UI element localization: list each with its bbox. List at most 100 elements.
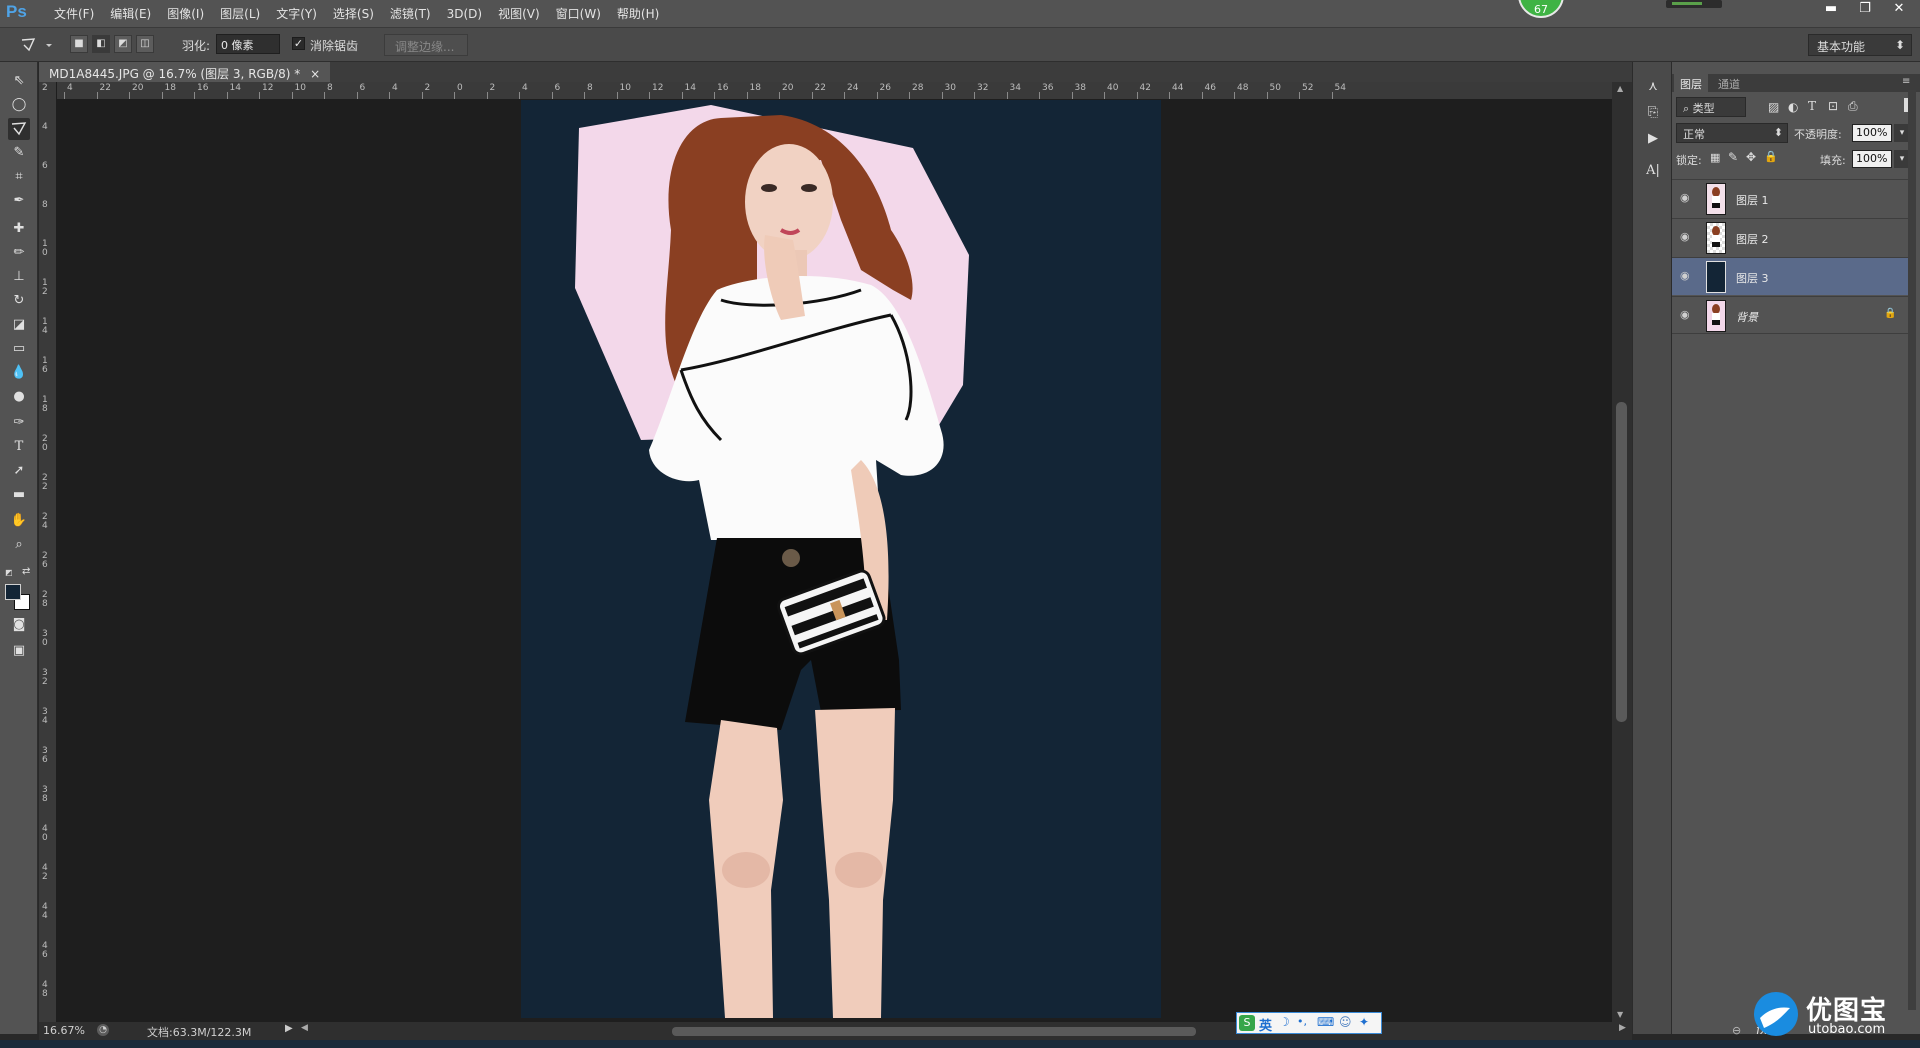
menu-help[interactable]: 帮助(H) bbox=[609, 0, 667, 28]
brush-tool-icon[interactable]: ✏ bbox=[8, 242, 30, 264]
move-tool-icon[interactable]: ⇖ bbox=[8, 70, 30, 92]
filter-type-icon[interactable]: T bbox=[1808, 99, 1816, 113]
new-selection-icon[interactable]: ■ bbox=[70, 35, 88, 53]
filter-kind-select[interactable]: ⌕ 类型 bbox=[1676, 97, 1746, 117]
history-brush-tool-icon[interactable]: ↻ bbox=[8, 290, 30, 312]
menu-layer[interactable]: 图层(L) bbox=[212, 0, 268, 28]
vertical-ruler[interactable]: 2 4 6 8 1 0 1 2 1 4 1 6 1 8 2 0 2 2 2 4 2 6 2 8 3 0 3 2… bbox=[39, 82, 57, 1023]
vertical-scrollbar[interactable]: ▲ ▼ bbox=[1612, 82, 1632, 1022]
visibility-eye-icon[interactable]: ◉ bbox=[1680, 231, 1694, 243]
rectangle-tool-icon[interactable]: ▬ bbox=[8, 484, 30, 506]
filter-image-icon[interactable]: ▨ bbox=[1768, 100, 1779, 114]
lock-transparent-icon[interactable]: ▦ bbox=[1710, 151, 1720, 164]
close-document-icon[interactable]: × bbox=[310, 67, 320, 81]
crop-tool-icon[interactable]: ⌗ bbox=[8, 166, 30, 188]
dodge-tool-icon[interactable]: ● bbox=[8, 386, 30, 408]
quick-mask-icon[interactable]: ◙ bbox=[8, 614, 30, 636]
visibility-eye-icon[interactable]: ◉ bbox=[1680, 192, 1694, 204]
layer-row[interactable]: ◉ 图层 2 bbox=[1672, 218, 1908, 256]
type-tool-icon[interactable]: T bbox=[8, 436, 30, 458]
document-canvas[interactable] bbox=[521, 100, 1161, 1018]
status-menu-arrow-icon[interactable]: ▶ bbox=[285, 1023, 293, 1034]
paths-panel-icon[interactable]: ⋏ bbox=[1641, 76, 1665, 98]
menu-filter[interactable]: 滤镜(T) bbox=[382, 0, 439, 28]
menu-edit[interactable]: 编辑(E) bbox=[102, 0, 159, 28]
character-panel-icon[interactable]: A| bbox=[1641, 160, 1665, 182]
speed-badge[interactable]: 67 bbox=[1518, 0, 1564, 18]
lock-image-icon[interactable]: ✎ bbox=[1728, 150, 1738, 164]
antialias-checkbox[interactable]: ✓ bbox=[292, 37, 305, 50]
visibility-eye-icon[interactable]: ◉ bbox=[1680, 309, 1694, 321]
panel-scrollbar[interactable] bbox=[1908, 90, 1916, 1010]
ime-user-icon[interactable]: ☺ bbox=[1339, 1015, 1352, 1029]
lock-all-icon[interactable]: 🔒 bbox=[1764, 150, 1778, 163]
polygonal-lasso-preset-icon[interactable] bbox=[16, 34, 52, 56]
ime-dot-icon[interactable]: •, bbox=[1297, 1015, 1307, 1028]
ime-moon-icon[interactable]: ☽ bbox=[1279, 1015, 1290, 1029]
history-panel-icon[interactable]: ⎘ bbox=[1641, 102, 1665, 124]
layer-name[interactable]: 图层 1 bbox=[1736, 192, 1769, 208]
default-colors-icon[interactable]: ◩ bbox=[5, 568, 13, 577]
menu-image[interactable]: 图像(I) bbox=[159, 0, 212, 28]
spot-healing-tool-icon[interactable]: ✚ bbox=[8, 218, 30, 240]
menu-type[interactable]: 文字(Y) bbox=[268, 0, 325, 28]
pen-tool-icon[interactable]: ✑ bbox=[8, 412, 30, 434]
clone-stamp-tool-icon[interactable]: ⊥ bbox=[8, 266, 30, 288]
foreground-color-swatch[interactable] bbox=[5, 584, 21, 600]
tab-layers[interactable]: 图层 bbox=[1674, 74, 1708, 92]
minimize-button[interactable]: ▬ bbox=[1816, 0, 1846, 20]
zoom-tool-icon[interactable]: ⌕ bbox=[8, 534, 30, 556]
refine-edge-button[interactable]: 调整边缘... bbox=[384, 34, 468, 56]
gradient-tool-icon[interactable]: ▭ bbox=[8, 338, 30, 360]
restore-button[interactable]: ❐ bbox=[1850, 0, 1880, 20]
visibility-eye-icon[interactable]: ◉ bbox=[1680, 270, 1694, 282]
layer-row-selected[interactable]: ◉ 图层 3 bbox=[1672, 257, 1908, 295]
eyedropper-tool-icon[interactable]: ✒ bbox=[8, 190, 30, 212]
horizontal-ruler[interactable]: 4 22 20 18 16 14 12 10 8 6 4 2 0 2 4 6 8 10 12 14 16 18 20 22 24… bbox=[57, 82, 1612, 100]
hand-tool-icon[interactable]: ✋ bbox=[8, 510, 30, 532]
filter-shape-icon[interactable]: ⊡ bbox=[1828, 99, 1838, 113]
scroll-left-icon[interactable]: ◀ bbox=[301, 1023, 308, 1033]
scroll-up-icon[interactable]: ▲ bbox=[1617, 84, 1623, 93]
menu-select[interactable]: 选择(S) bbox=[325, 0, 382, 28]
layer-name[interactable]: 图层 3 bbox=[1736, 270, 1769, 286]
layer-name[interactable]: 背景 bbox=[1736, 309, 1758, 325]
swap-colors-icon[interactable]: ⇄ bbox=[22, 566, 30, 577]
lock-position-icon[interactable]: ✥ bbox=[1746, 150, 1756, 164]
windows-taskbar[interactable] bbox=[0, 1040, 1920, 1048]
path-selection-tool-icon[interactable]: ➚ bbox=[8, 460, 30, 482]
intersect-selection-icon[interactable]: ◫ bbox=[136, 35, 154, 53]
screen-mode-icon[interactable]: ▣ bbox=[8, 640, 30, 662]
add-selection-icon[interactable]: ◧ bbox=[92, 35, 110, 53]
ime-toolbar[interactable]: S 英 ☽ •, ⌨ ☺ ✦ bbox=[1236, 1012, 1382, 1034]
quick-selection-tool-icon[interactable]: ✎ bbox=[8, 142, 30, 164]
menu-window[interactable]: 窗口(W) bbox=[548, 0, 609, 28]
blend-mode-select[interactable]: 正常 ⬍ bbox=[1676, 123, 1788, 143]
menu-file[interactable]: 文件(F) bbox=[46, 0, 102, 28]
filter-adjustment-icon[interactable]: ◐ bbox=[1788, 100, 1798, 114]
actions-panel-icon[interactable]: ▶ bbox=[1641, 128, 1665, 150]
scroll-right-icon[interactable]: ▶ bbox=[1619, 1023, 1626, 1033]
eraser-tool-icon[interactable]: ◪ bbox=[8, 314, 30, 336]
layer-row[interactable]: ◉ 图层 1 bbox=[1672, 179, 1908, 217]
marquee-tool-icon[interactable]: ◯ bbox=[8, 94, 30, 116]
canvas-area[interactable] bbox=[57, 100, 1612, 1022]
blur-tool-icon[interactable]: 💧 bbox=[8, 362, 30, 384]
subtract-selection-icon[interactable]: ◩ bbox=[114, 35, 132, 53]
workspace-select[interactable]: 基本功能 ⬍ bbox=[1808, 34, 1912, 56]
ime-keyboard-icon[interactable]: ⌨ bbox=[1317, 1015, 1334, 1029]
ime-language-label[interactable]: 英 bbox=[1259, 1015, 1272, 1034]
lasso-tool-icon[interactable] bbox=[8, 118, 30, 140]
zoom-level[interactable]: 16.67% bbox=[43, 1024, 85, 1037]
status-info-icon[interactable]: ◔ bbox=[97, 1024, 109, 1036]
menu-3d[interactable]: 3D(D) bbox=[439, 0, 490, 28]
feather-input[interactable]: 0 像素 bbox=[216, 34, 280, 54]
scroll-down-icon[interactable]: ▼ bbox=[1617, 1010, 1623, 1019]
tab-channels[interactable]: 通道 bbox=[1712, 74, 1746, 92]
layer-row[interactable]: ◉ 背景 🔒 bbox=[1672, 296, 1908, 334]
menu-view[interactable]: 视图(V) bbox=[490, 0, 548, 28]
opacity-input[interactable]: 100% bbox=[1852, 124, 1892, 142]
horizontal-scroll-thumb[interactable] bbox=[672, 1027, 1196, 1036]
vertical-scroll-thumb[interactable] bbox=[1616, 402, 1627, 722]
fill-input[interactable]: 100% bbox=[1852, 150, 1892, 168]
